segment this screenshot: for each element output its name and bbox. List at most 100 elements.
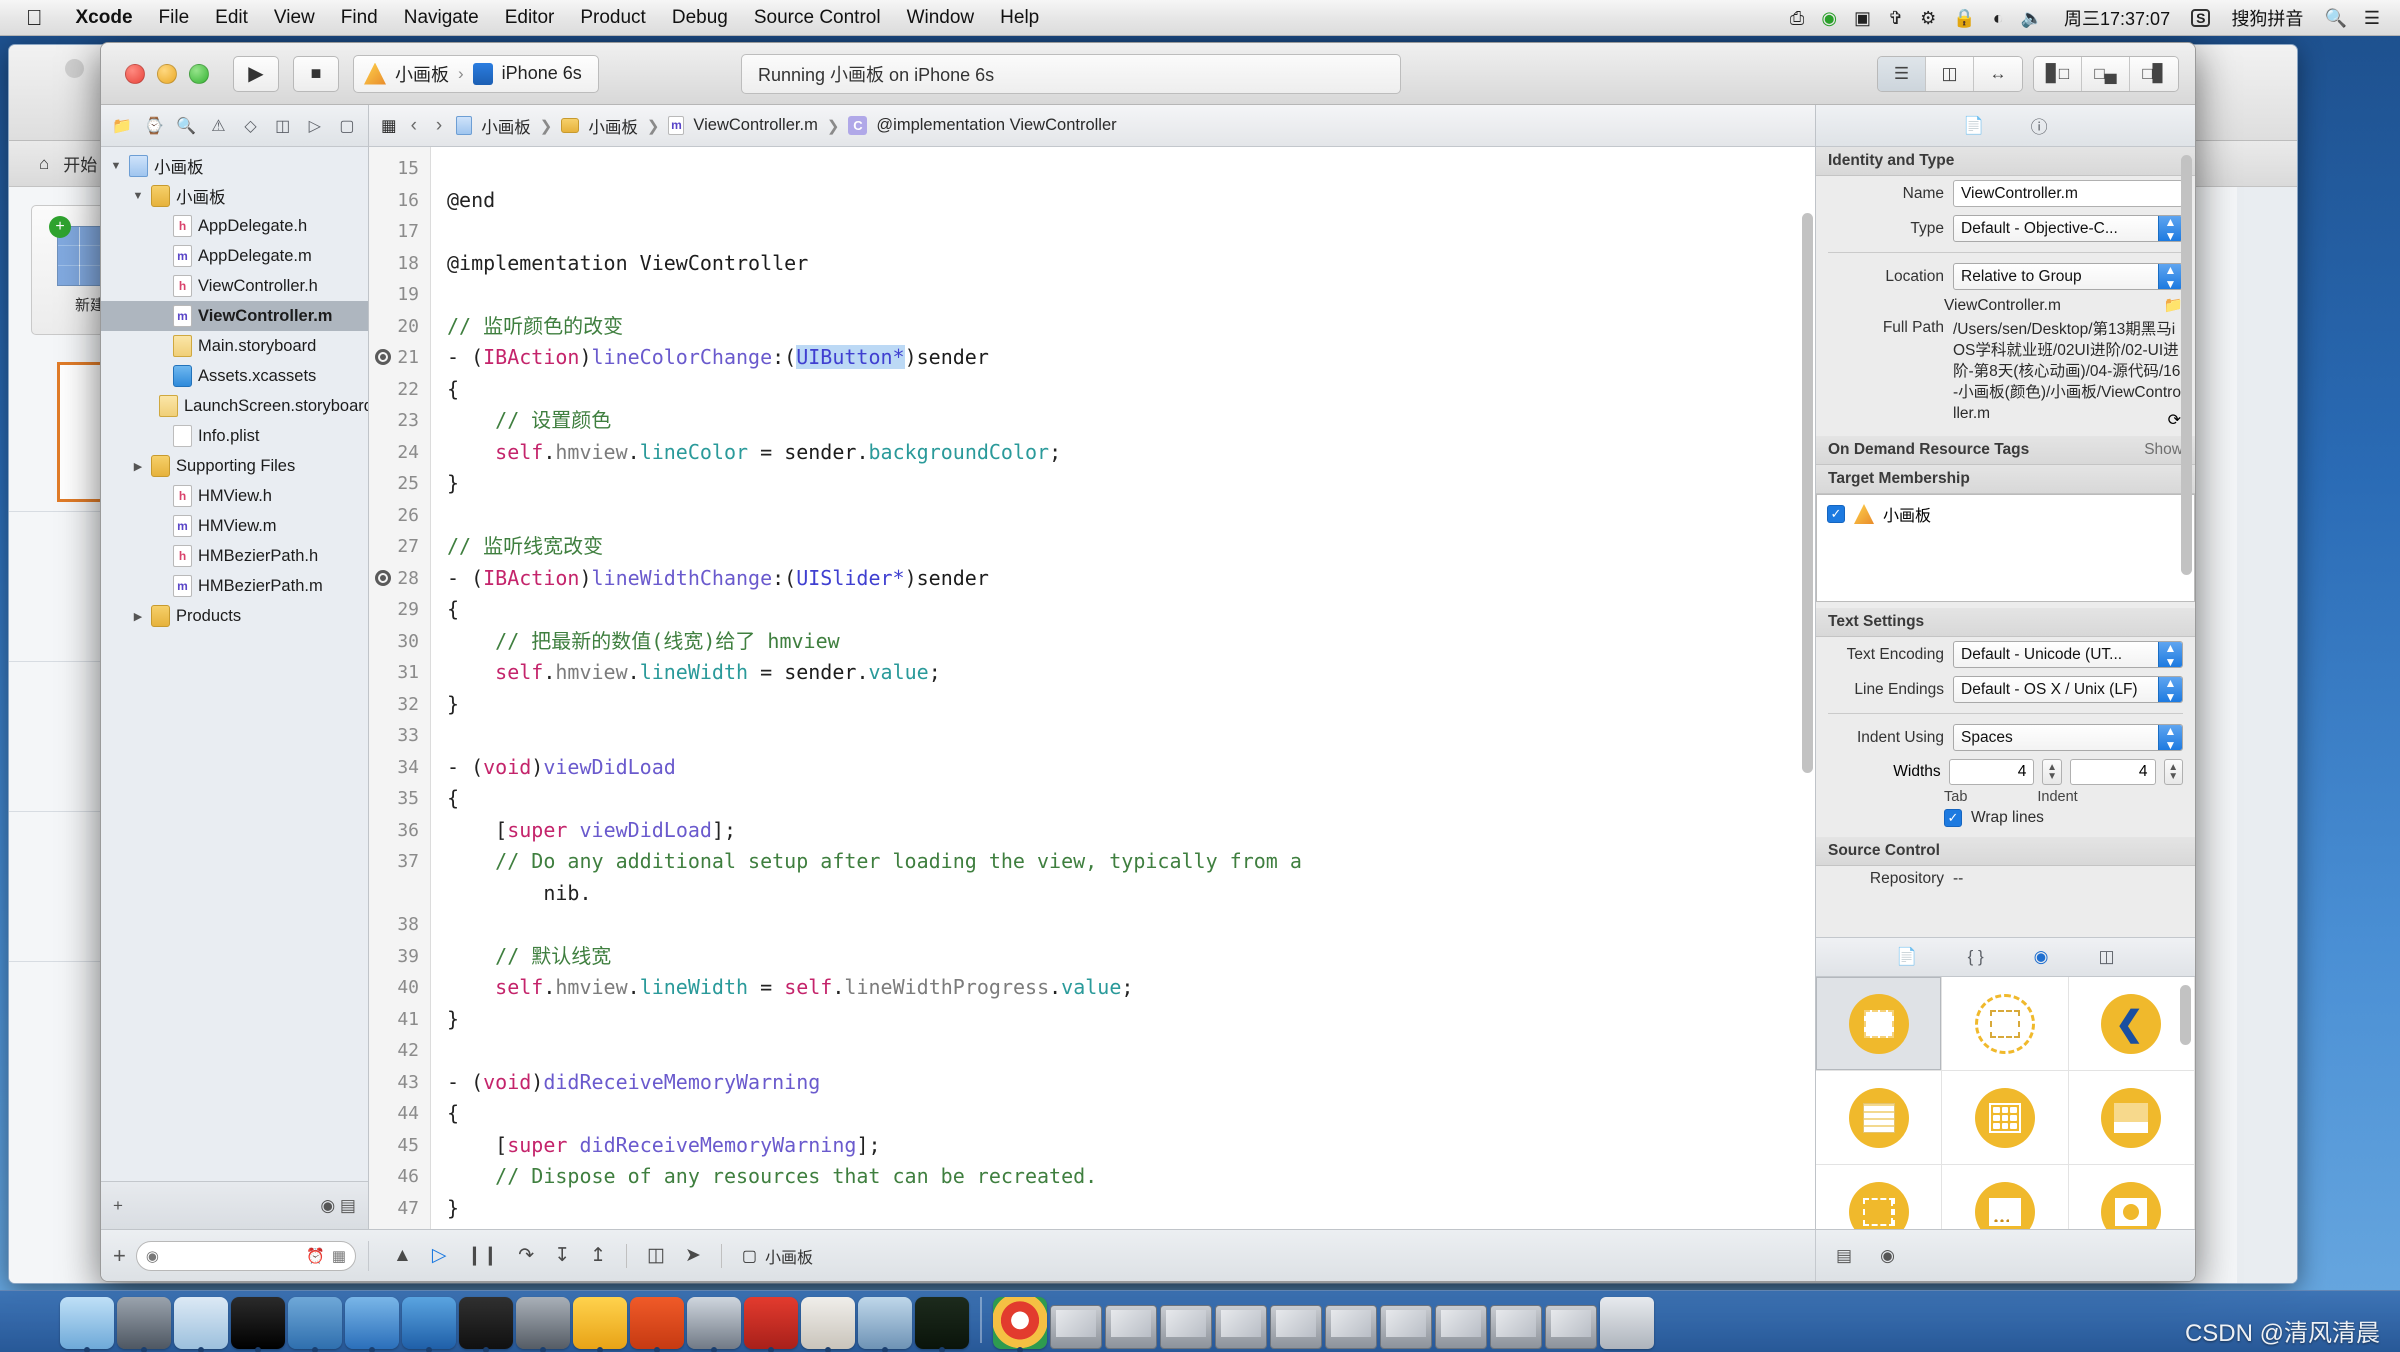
navigator-toggle-icon[interactable]: ▊□ [2034,56,2082,91]
code-snippet-library-icon[interactable]: { } [1968,947,1984,967]
code-line[interactable]: nib. [447,878,1815,910]
inspector-tab-bar[interactable]: 📄 ⓘ [1816,105,2195,147]
code-line[interactable]: // 监听颜色的改变 [447,311,1815,343]
code-line[interactable]: } [447,1193,1815,1225]
code-line[interactable]: } [447,468,1815,500]
inspector-scrollbar[interactable] [2181,155,2192,925]
library-item-collection-view[interactable] [1942,1071,2069,1165]
dock-minimized-window[interactable] [1380,1305,1432,1349]
tree-item-viewcontroller.h[interactable]: h ViewController.h [101,271,368,301]
breadcrumb-file[interactable]: ViewController.m [693,116,817,135]
indent-using-popup[interactable]: Spaces ▲ ▼ [1953,724,2183,751]
menu-item-product[interactable]: Product [567,7,658,29]
code-line[interactable]: - (void)didReceiveMemoryWarning [447,1067,1815,1099]
close-button[interactable] [125,63,145,84]
add-file-button[interactable]: + [113,1196,123,1216]
name-row[interactable]: Name ViewController.m [1816,176,2195,211]
dock-minimized-window[interactable] [1435,1305,1487,1349]
dock-minimized-window[interactable] [1215,1305,1267,1349]
code-line[interactable]: @end [447,185,1815,217]
tab-test-navigator[interactable]: ◇ [236,111,266,141]
airplay-icon[interactable]: ✞ [1888,9,1903,27]
menu-item-xcode[interactable]: Xcode [63,7,146,29]
line-endings-row[interactable]: Line Endings Default - OS X / Unix (LF) … [1816,672,2195,707]
wifi-icon[interactable]: ◐ [1993,9,2004,27]
tree-item-viewcontroller.m[interactable]: m ViewController.m [101,301,368,331]
breadcrumb-group[interactable]: 小画板 [588,114,638,138]
line-endings-popup[interactable]: Default - OS X / Unix (LF) ▲ ▼ [1953,676,2183,703]
library-item-image-view[interactable] [2069,1165,2195,1229]
tree-item-[interactable]: ▼ 小画板 [101,151,368,181]
tab-source-control-navigator[interactable]: ⌚ [139,111,169,141]
target-membership-item[interactable]: ✓ 小画板 [1817,495,2194,533]
code-line[interactable]: // 把最新的数值(线宽)给了 hmview [447,626,1815,658]
jump-bar[interactable]: ▦ ‹ › 小画板 ❯ 小画板 ❯ m ViewController.m ❯ C… [369,105,1815,147]
view-toggle-segmented-control[interactable]: ▊□ □▄ □▊ [2033,55,2179,92]
editor-mode-segmented-control[interactable]: ☰ ◫ ↔ [1877,55,2023,92]
breakpoints-toggle-icon[interactable]: ▲ [393,1245,412,1267]
tree-item-assets.xcassets[interactable]: Assets.xcassets [101,361,368,391]
code-line[interactable] [447,720,1815,752]
code-line[interactable]: { [447,1098,1815,1130]
menu-bar-status-area[interactable]: ⎙ ◉ ▣ ✞ ⚙ 🔒 ◐ 🔈 周三17:37:07 S 搜狗拼音 🔍 ☰ [1790,5,2400,31]
text-encoding-popup[interactable]: Default - Unicode (UT... ▲ ▼ [1953,641,2183,668]
code-line[interactable]: // 设置颜色 [447,405,1815,437]
debug-filter-area[interactable]: + ◉ ⏰ ▦ [101,1240,369,1271]
code-line[interactable] [447,279,1815,311]
library-filter-icon[interactable]: ◉ [1880,1246,1895,1266]
code-line[interactable]: { [447,594,1815,626]
disclosure-triangle-icon[interactable]: ▼ [109,160,123,172]
code-line[interactable]: self.hmview.lineColor = sender.backgroun… [447,437,1815,469]
code-line[interactable]: @implementation ViewController [447,248,1815,280]
dock-app-notes[interactable] [801,1297,855,1349]
notification-center-icon[interactable]: ☰ [2364,9,2380,27]
step-into-icon[interactable]: ↧ [554,1244,570,1267]
volume-icon[interactable]: 🔈 [2021,9,2043,27]
teamviewer-icon[interactable]: ◉ [1821,9,1837,27]
target-checkbox[interactable]: ✓ [1827,505,1845,523]
stop-button[interactable]: ■ [293,55,339,92]
location-popup[interactable]: Relative to Group ▲ ▼ [1953,263,2183,290]
tree-item-launchscreen.storyboard[interactable]: LaunchScreen.storyboard [101,391,368,421]
library-item-navigation-back[interactable]: ❮ [2068,977,2195,1071]
screen-share-icon[interactable]: ⎙ [1790,9,1804,27]
continue-icon[interactable]: ▷ [432,1244,447,1267]
menu-item-file[interactable]: File [146,7,203,29]
text-encoding-row[interactable]: Text Encoding Default - Unicode (UT... ▲… [1816,637,2195,672]
wrap-lines-checkbox[interactable]: ✓ [1944,809,1962,827]
menu-item-help[interactable]: Help [987,7,1052,29]
camera-icon[interactable]: ▣ [1854,9,1871,27]
code-line[interactable]: { [447,374,1815,406]
dock[interactable] [0,1290,2400,1352]
disclosure-triangle-icon[interactable]: ▼ [131,190,145,202]
dock-app-finder[interactable] [60,1297,114,1349]
menu-item-edit[interactable]: Edit [202,7,261,29]
add-button[interactable]: + [113,1243,126,1269]
breadcrumb-project[interactable]: 小画板 [481,114,531,138]
xcode-toolbar[interactable]: ▶ ■ 小画板 › iPhone 6s Running 小画板 on iPhon… [101,43,2195,105]
navigator-footer[interactable]: + ◉ ▤ [101,1181,368,1229]
sogou-badge-icon[interactable]: S [2191,8,2211,27]
run-button[interactable]: ▶ [233,55,279,92]
code-line[interactable] [447,909,1815,941]
library-item-container-placeholder[interactable] [1942,977,2069,1071]
bg-traffic-close[interactable] [65,59,84,78]
library-footer[interactable]: ▤ ◉ [1815,1230,2195,1281]
library-scrollbar[interactable] [2180,985,2191,1229]
code-line[interactable]: // Dispose of any resources that can be … [447,1161,1815,1193]
code-line[interactable]: [super viewDidLoad]; [447,815,1815,847]
forward-button[interactable]: › [431,115,447,137]
debug-filter-input[interactable]: ◉ ⏰ ▦ [135,1240,356,1271]
search-icon[interactable]: 🔍 [2324,9,2346,27]
on-demand-show-button[interactable]: Show [2144,441,2183,459]
utilities-toggle-icon[interactable]: □▊ [2130,56,2178,91]
minimize-button[interactable] [157,63,177,84]
dock-minimized-window[interactable] [1160,1305,1212,1349]
menu-bar[interactable]:  Xcode File Edit View Find Navigate Edi… [0,0,2400,36]
toolbar-right-controls[interactable]: ☰ ◫ ↔ ▊□ □▄ □▊ [1877,55,2179,92]
step-out-icon[interactable]: ↥ [590,1244,606,1267]
dock-app-prepros[interactable] [630,1297,684,1349]
breakpoint-marker[interactable] [375,569,391,586]
file-inspector-icon[interactable]: 📄 [1963,116,1984,136]
back-button[interactable]: ‹ [406,115,422,137]
